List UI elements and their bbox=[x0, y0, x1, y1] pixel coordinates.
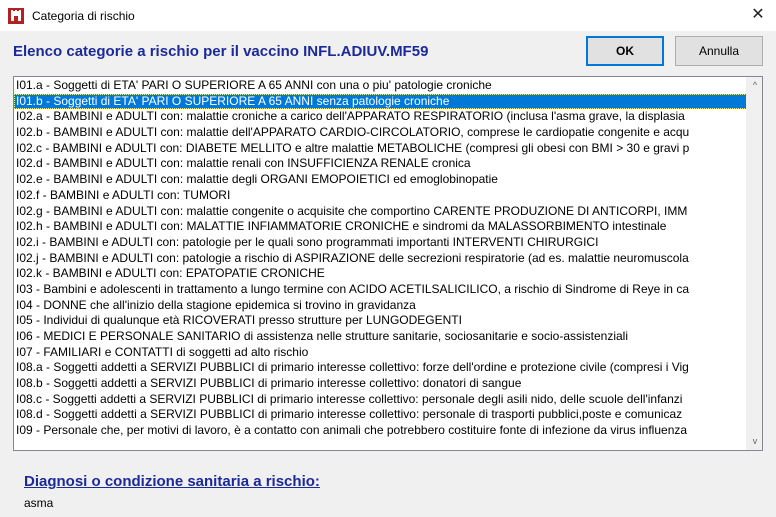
list-items: I01.a - Soggetti di ETA' PARI O SUPERIOR… bbox=[14, 78, 747, 439]
list-item[interactable]: I02.i - BAMBINI e ADULTI con: patologie … bbox=[14, 235, 747, 251]
ok-button[interactable]: OK bbox=[586, 36, 664, 66]
risk-category-list[interactable]: I01.a - Soggetti di ETA' PARI O SUPERIOR… bbox=[13, 76, 763, 451]
list-item[interactable]: I02.j - BAMBINI e ADULTI con: patologie … bbox=[14, 251, 747, 267]
list-item[interactable]: I02.a - BAMBINI e ADULTI con: malattie c… bbox=[14, 109, 747, 125]
list-item[interactable]: I01.b - Soggetti di ETA' PARI O SUPERIOR… bbox=[14, 93, 747, 110]
dialog-body: Elenco categorie a rischio per il vaccin… bbox=[0, 31, 776, 517]
list-item[interactable]: I07 - FAMILIARI e CONTATTI di soggetti a… bbox=[14, 345, 747, 361]
list-item[interactable]: I08.a - Soggetti addetti a SERVIZI PUBBL… bbox=[14, 360, 747, 376]
scroll-up-icon[interactable]: ^ bbox=[747, 77, 762, 94]
list-item[interactable]: I02.f - BAMBINI e ADULTI con: TUMORI bbox=[14, 188, 747, 204]
cancel-button[interactable]: Annulla bbox=[675, 36, 763, 66]
list-item[interactable]: I08.d - Soggetti addetti a SERVIZI PUBBL… bbox=[14, 407, 747, 423]
list-item[interactable]: I01.a - Soggetti di ETA' PARI O SUPERIOR… bbox=[14, 78, 747, 94]
window-title: Categoria di rischio bbox=[32, 9, 135, 23]
list-item[interactable]: I02.h - BAMBINI e ADULTI con: MALATTIE I… bbox=[14, 219, 747, 235]
list-item[interactable]: I08.b - Soggetti addetti a SERVIZI PUBBL… bbox=[14, 376, 747, 392]
close-button[interactable]: ✕ bbox=[740, 0, 776, 31]
list-item[interactable]: I02.k - BAMBINI e ADULTI con: EPATOPATIE… bbox=[14, 266, 747, 282]
list-item[interactable]: I09 - Personale che, per motivi di lavor… bbox=[14, 423, 747, 439]
list-item[interactable]: I04 - DONNE che all'inizio della stagion… bbox=[14, 298, 747, 314]
list-item[interactable]: I03 - Bambini e adolescenti in trattamen… bbox=[14, 282, 747, 298]
page-title: Elenco categorie a rischio per il vaccin… bbox=[13, 43, 429, 60]
title-bar: Categoria di rischio ✕ bbox=[0, 0, 776, 31]
scroll-down-icon[interactable]: v bbox=[747, 433, 762, 450]
list-item[interactable]: I02.c - BAMBINI e ADULTI con: DIABETE ME… bbox=[14, 141, 747, 157]
list-item[interactable]: I02.g - BAMBINI e ADULTI con: malattie c… bbox=[14, 204, 747, 220]
list-item[interactable]: I06 - MEDICI E PERSONALE SANITARIO di as… bbox=[14, 329, 747, 345]
castle-tower-icon bbox=[8, 8, 24, 24]
close-icon: ✕ bbox=[751, 6, 765, 23]
list-item[interactable]: I08.c - Soggetti addetti a SERVIZI PUBBL… bbox=[14, 392, 747, 408]
list-item[interactable]: I02.d - BAMBINI e ADULTI con: malattie r… bbox=[14, 156, 747, 172]
diagnosis-value: asma bbox=[24, 496, 54, 510]
vertical-scrollbar[interactable]: ^ v bbox=[746, 77, 762, 450]
diagnosis-label: Diagnosi o condizione sanitaria a rischi… bbox=[24, 473, 320, 490]
list-item[interactable]: I02.e - BAMBINI e ADULTI con: malattie d… bbox=[14, 172, 747, 188]
list-item[interactable]: I02.b - BAMBINI e ADULTI con: malattie d… bbox=[14, 125, 747, 141]
list-item[interactable]: I05 - Individui di qualunque età RICOVER… bbox=[14, 313, 747, 329]
